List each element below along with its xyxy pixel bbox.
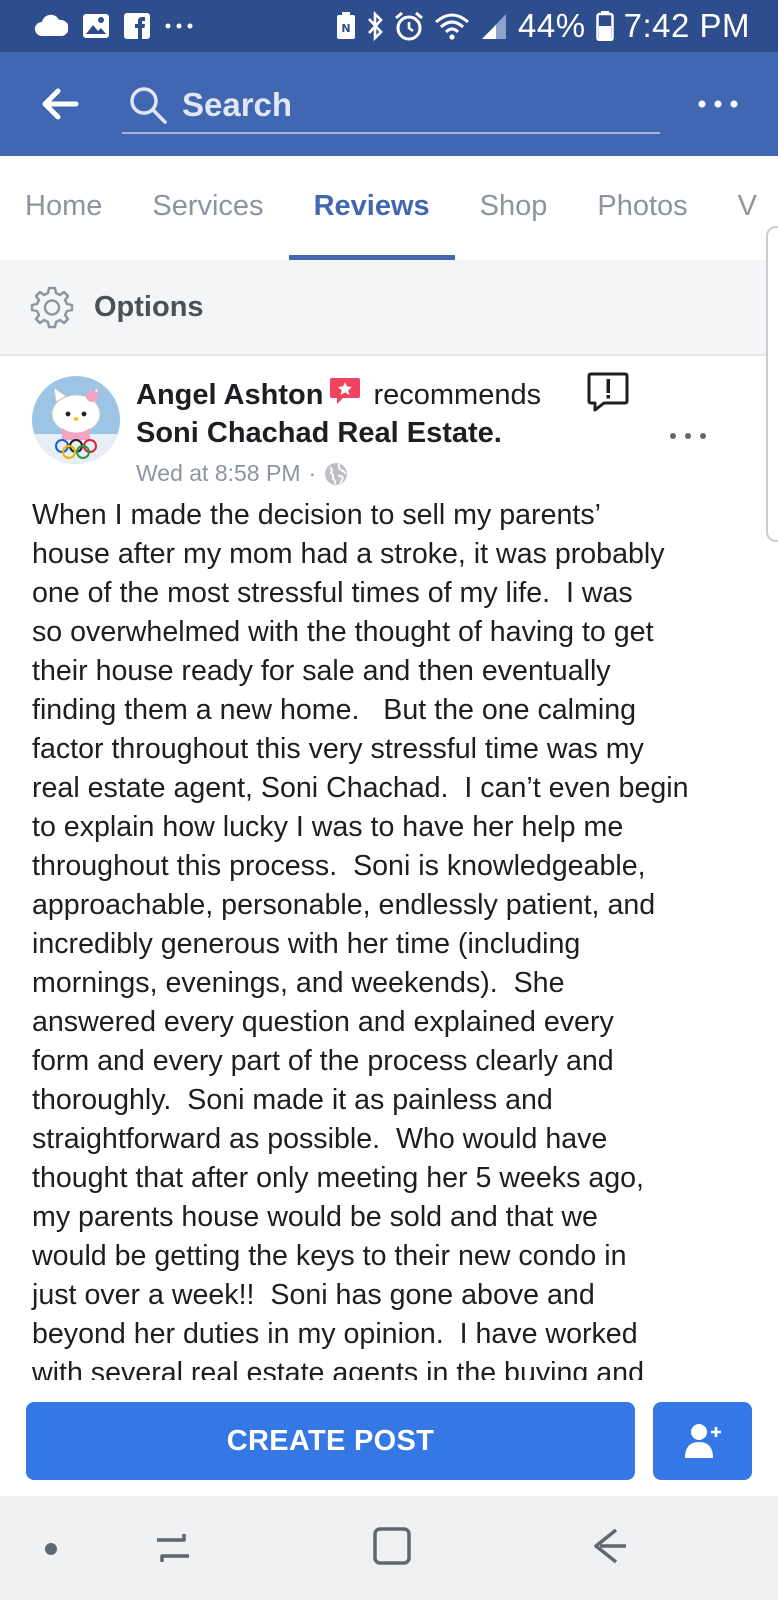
add-friend-icon (684, 1424, 721, 1458)
scroll-handle[interactable] (766, 226, 778, 542)
search-icon (130, 87, 167, 124)
more-dots-icon (164, 21, 194, 31)
tab-photos[interactable]: Photos (572, 156, 712, 260)
search-header (0, 52, 778, 156)
more-dots-icon (670, 433, 706, 439)
back-button[interactable] (38, 82, 82, 126)
add-friend-button[interactable] (653, 1402, 752, 1480)
wifi-icon (434, 12, 470, 40)
battery-icon (595, 11, 614, 41)
options-label: Options (94, 290, 204, 323)
battery-percent: 44% (518, 7, 586, 44)
search-input[interactable] (182, 86, 642, 124)
header-more-button[interactable] (696, 90, 740, 118)
tab-services[interactable]: Services (127, 156, 288, 260)
alarm-icon (394, 11, 424, 41)
globe-icon (325, 462, 348, 485)
bluetooth-icon (366, 11, 384, 41)
review-text: When I made the decision to sell my pare… (32, 499, 689, 1380)
recommends-text: recommends (373, 379, 542, 411)
tab-reviews[interactable]: Reviews (288, 156, 455, 260)
post-more-button[interactable] (668, 426, 708, 446)
system-back-icon[interactable] (590, 1526, 630, 1571)
avatar[interactable] (32, 376, 120, 464)
svg-text:N: N (341, 22, 350, 35)
nfc-icon: N (336, 12, 356, 40)
gear-icon (30, 286, 74, 329)
post-meta: Wed at 8:58 PM · (136, 460, 576, 487)
page-name[interactable]: Soni Chachad Real Estate. (136, 417, 502, 449)
meta-separator: · (308, 460, 317, 486)
back-arrow-icon (42, 88, 79, 120)
cloud-icon (34, 14, 68, 38)
clock: 7:42 PM (623, 7, 750, 44)
tab-home[interactable]: Home (0, 156, 127, 260)
system-navigation-bar (0, 1496, 778, 1600)
post-headline: Angel Ashton recommends Soni Chachad Rea… (136, 376, 576, 452)
image-icon (82, 13, 110, 39)
timestamp[interactable]: Wed at 8:58 PM (136, 460, 301, 487)
report-button[interactable] (586, 370, 630, 414)
more-dots-icon (698, 100, 738, 108)
status-bar: N 44% 7:42 PM (0, 0, 778, 52)
page-tabs: Home Services Reviews Shop Photos V (0, 156, 778, 260)
status-right: N 44% 7:42 PM (336, 7, 750, 45)
review-post: Angel Ashton recommends Soni Chachad Rea… (0, 356, 778, 1380)
tab-shop[interactable]: Shop (455, 156, 573, 260)
author-name[interactable]: Angel Ashton (136, 379, 323, 411)
facebook-icon (124, 13, 150, 39)
home-button-icon[interactable] (372, 1526, 412, 1571)
report-icon (587, 372, 629, 412)
options-row[interactable]: Options (0, 260, 778, 356)
search-bar[interactable] (122, 78, 660, 134)
recent-apps-icon[interactable] (154, 1528, 192, 1573)
recommendation-badge-icon (329, 376, 361, 406)
post-header: Angel Ashton recommends Soni Chachad Rea… (136, 376, 576, 487)
create-post-button[interactable]: CREATE POST (26, 1402, 635, 1480)
signal-icon (480, 12, 508, 40)
nav-dot-icon[interactable] (44, 1542, 58, 1561)
action-bar: CREATE POST (0, 1380, 778, 1496)
status-left-icons (34, 13, 194, 39)
